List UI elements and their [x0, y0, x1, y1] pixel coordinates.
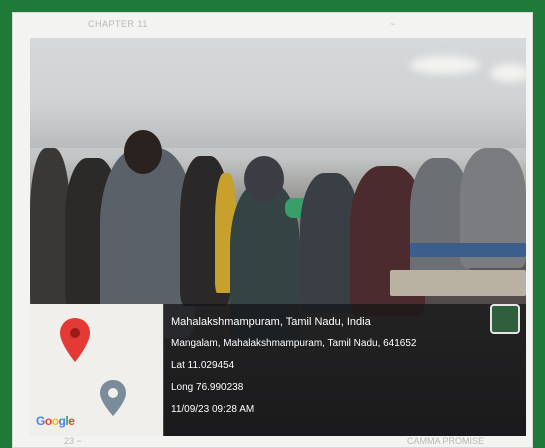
timestamp-text: 11/09/23 09:28 AM — [171, 404, 255, 415]
address-line-2: Mangalam, Mahalakshmampuram, Tamil Nadu,… — [171, 338, 417, 349]
latitude-text: Lat 11.029454 — [171, 360, 235, 371]
google-logo: Google — [36, 414, 75, 428]
map-pin-gray-icon — [100, 380, 126, 416]
longitude-text: Long 76.990238 — [171, 382, 244, 393]
person-figure — [30, 148, 70, 308]
page-header-left: CHAPTER 11 — [88, 19, 148, 29]
blue-bag — [410, 243, 526, 257]
page-footer-left: 23 ~ — [64, 436, 82, 446]
map-pin-red-icon — [60, 318, 90, 362]
ceiling — [30, 38, 526, 148]
desk — [390, 270, 526, 296]
photo-frame: Google Mahalakshmampuram, Tamil Nadu, In… — [30, 38, 526, 436]
map-thumbnail: Google — [30, 304, 164, 436]
ceiling-light — [490, 64, 526, 82]
ceiling-light — [410, 56, 480, 74]
geotag-panel: Google Mahalakshmampuram, Tamil Nadu, In… — [30, 296, 526, 436]
person-head — [124, 130, 162, 174]
page-header-right: ~ — [390, 19, 396, 29]
address-overlay: Mahalakshmampuram, Tamil Nadu, India Man… — [163, 304, 526, 436]
address-line-1: Mahalakshmampuram, Tamil Nadu, India — [171, 316, 371, 328]
camera-badge-icon — [490, 304, 520, 334]
person-head — [244, 156, 284, 202]
page-footer-right: CAMMA PROMISE — [407, 436, 485, 446]
document-page: CHAPTER 11 ~ Google Mahalakshmampuram, T… — [12, 12, 533, 448]
